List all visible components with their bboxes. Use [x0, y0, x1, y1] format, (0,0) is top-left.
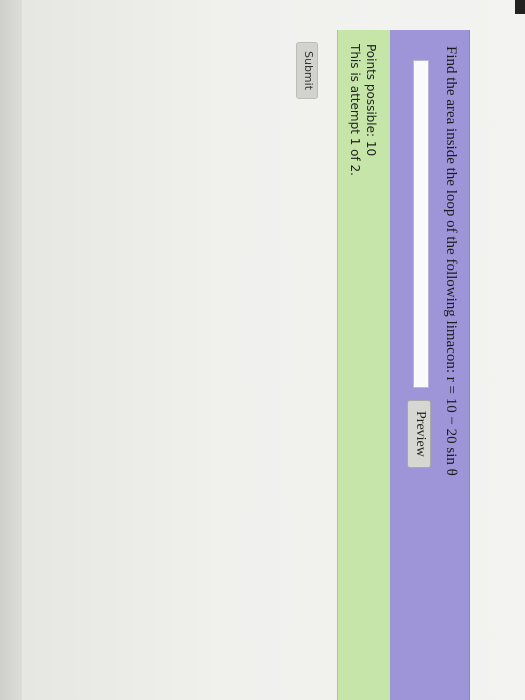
attempt-status-panel: Points possible: 10 This is attempt 1 of…: [337, 30, 390, 700]
question-text: Find the area inside the loop of the fol…: [442, 46, 459, 476]
rotated-content: Find the area inside the loop of the fol…: [0, 0, 525, 700]
question-prompt: Find the area inside the loop of the fol…: [443, 46, 459, 374]
question-equation: r = 10 − 20 sin θ: [443, 376, 459, 476]
attempt-count-text: This is attempt 1 of 2.: [348, 44, 362, 176]
answer-input[interactable]: [413, 60, 429, 388]
question-panel: Find the area inside the loop of the fol…: [389, 30, 470, 700]
points-possible-text: Points possible: 10: [364, 44, 378, 157]
preview-button[interactable]: Preview: [407, 400, 431, 468]
submit-button[interactable]: Submit: [296, 42, 318, 100]
